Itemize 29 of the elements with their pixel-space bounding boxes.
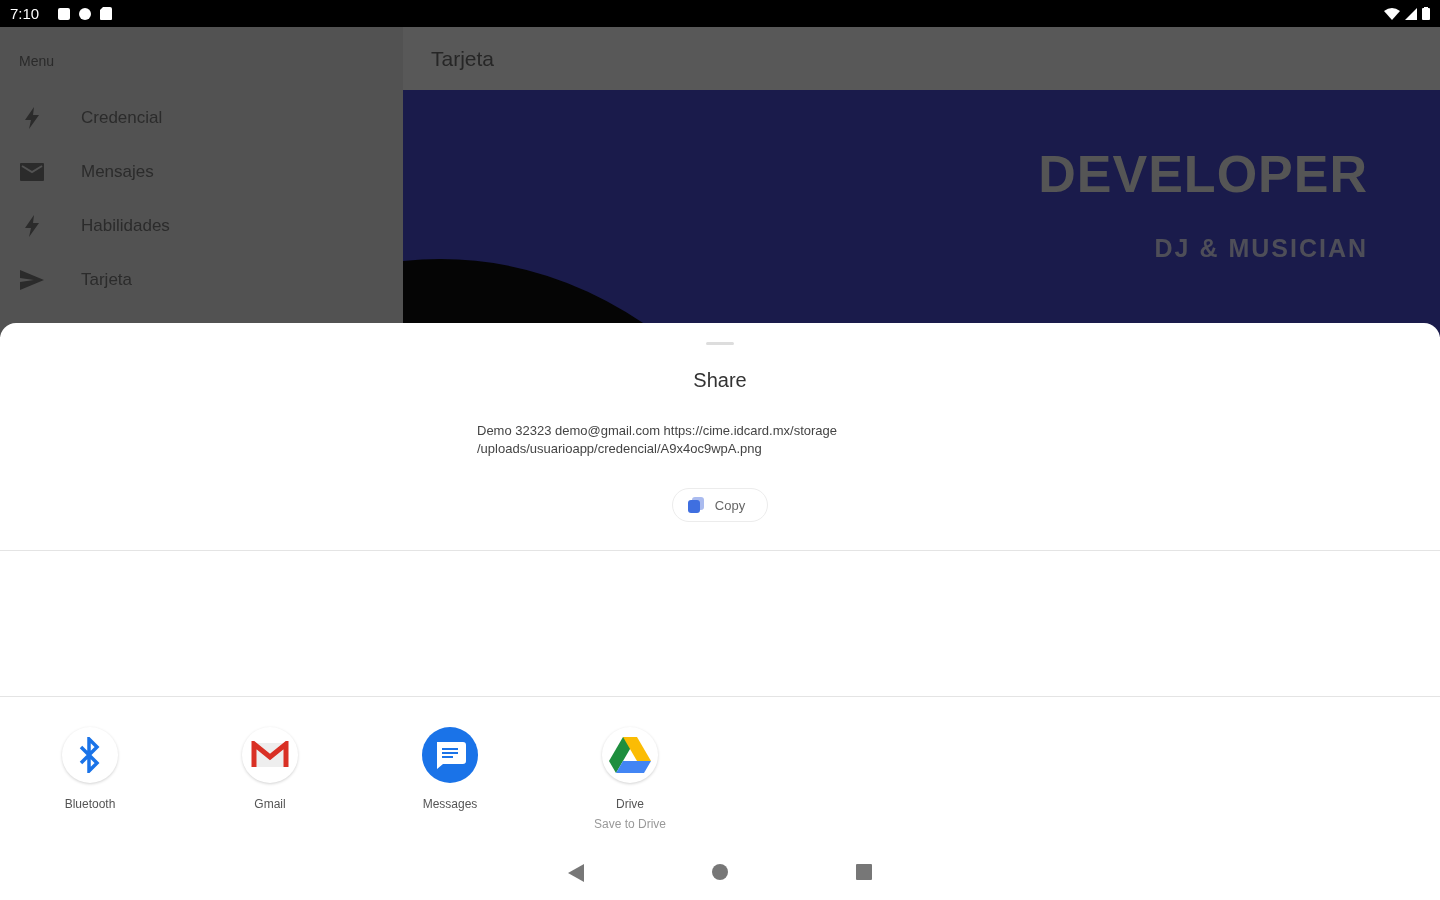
sheet-title: Share	[693, 369, 747, 392]
signal-icon	[1405, 7, 1417, 20]
share-target[interactable]: Gmail	[180, 727, 360, 831]
shared-text: Demo 32323 demo@gmail.com https://cime.idcard.mx/storage /uploads/usuarioapp/credencial/A9x4oc9wpA.png	[477, 422, 838, 458]
sheet-handle[interactable]	[706, 342, 734, 345]
square-icon	[58, 7, 71, 20]
share-target[interactable]: Drive Save to Drive	[540, 727, 720, 831]
mail-icon	[20, 163, 44, 181]
copy-icon	[686, 496, 705, 514]
back-icon[interactable]	[568, 864, 584, 882]
send-icon	[20, 270, 44, 290]
app-sublabel: Save to Drive	[594, 817, 666, 831]
app-label: Messages	[422, 797, 478, 811]
copy-button[interactable]: Copy	[671, 488, 769, 522]
app-label: Drive	[616, 797, 644, 811]
sd-card-icon	[100, 7, 113, 20]
share-target[interactable]: Messages	[360, 727, 540, 831]
app-label: Gmail	[254, 797, 286, 811]
wifi-icon	[1384, 7, 1400, 20]
card-title: DEVELOPER	[1038, 144, 1368, 204]
app-label: Bluetooth	[64, 797, 116, 811]
bluetooth-icon	[78, 737, 102, 773]
circle-icon	[79, 7, 92, 20]
status-time: 7:10	[10, 5, 40, 22]
envelope-icon	[250, 741, 290, 769]
triangle-icon	[609, 737, 651, 773]
share-target[interactable]: Bluetooth	[0, 727, 180, 831]
battery-icon	[1422, 7, 1430, 20]
home-icon[interactable]	[712, 864, 728, 880]
